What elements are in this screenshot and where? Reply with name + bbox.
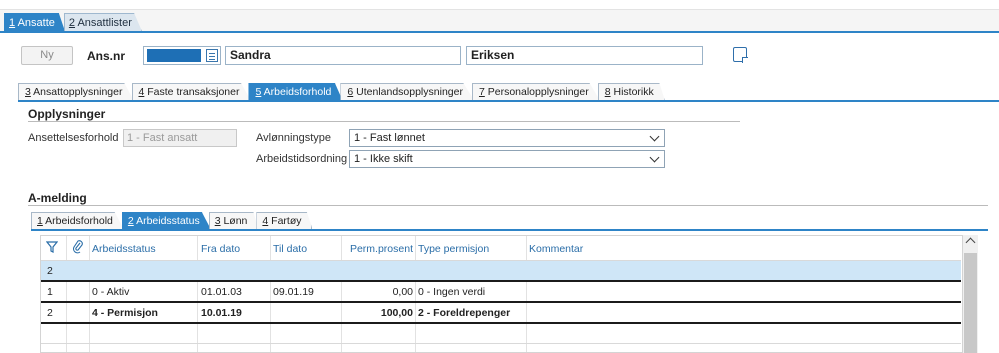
tab-a-arbeidsstatus[interactable]: 2 Arbeidsstatus (121, 212, 211, 229)
arbeidstidsordning-label: Arbeidstidsordning (256, 153, 348, 165)
section-title-opplysninger: Opplysninger (28, 107, 106, 121)
tab-a-fartoy[interactable]: 4 Fartøy (256, 212, 313, 229)
tab-label: Ansattlister (75, 17, 132, 29)
cell-til-dato[interactable]: 09.01.19 (273, 286, 314, 298)
employee-tab-bar: 3 Ansattopplysninger 4 Faste transaksjon… (18, 83, 665, 100)
first-name-field[interactable]: Sandra (225, 46, 461, 65)
a-melding-tab-underline (31, 229, 988, 231)
cell-perm-prosent[interactable]: 0,00 (343, 286, 413, 298)
grid-scrollbar[interactable] (962, 235, 978, 353)
tab-label: Personalopplysninger (484, 86, 589, 98)
ansnr-label: Ans.nr (87, 49, 126, 63)
chevron-down-icon (649, 131, 660, 142)
tab-label: Arbeidsforhold (42, 215, 113, 227)
grid-header: Arbeidsstatus Fra dato Til dato Perm.pro… (41, 236, 961, 260)
tab-label: Arbeidsstatus (133, 215, 200, 227)
window-top-bar (0, 0, 999, 10)
filter-icon[interactable] (46, 241, 58, 253)
chevron-down-icon (649, 152, 660, 163)
row-divider (41, 322, 961, 324)
cell-arbeidsstatus[interactable]: 0 - Aktiv (92, 286, 129, 298)
column-header-perm-prosent[interactable]: Perm.prosent (343, 243, 413, 255)
cell-fra-dato[interactable]: 10.01.19 (201, 307, 242, 319)
section-title-a-melding: A-melding (28, 191, 87, 205)
avlonningstype-select[interactable]: 1 - Fast lønnet (349, 129, 665, 147)
arbeidsstatus-grid: Arbeidsstatus Fra dato Til dato Perm.pro… (40, 235, 978, 353)
tab-label: Fartøy (268, 215, 302, 227)
list-lookup-icon[interactable] (206, 49, 218, 62)
tab-ansattlister[interactable]: 2 Ansattlister (63, 13, 142, 31)
text-selection (147, 49, 201, 62)
tab-ansatte[interactable]: 1 Ansatte (4, 13, 65, 31)
tab-a-arbeidsforhold[interactable]: 1 Arbeidsforhold (31, 212, 124, 229)
cell-type-permisjon[interactable]: 2 - Foreldrepenger (418, 307, 510, 319)
tab-utenlandsopplysninger[interactable]: 6 Utenlandsopplysninger (340, 83, 474, 100)
arbeidstidsordning-select[interactable]: 1 - Ikke skift (349, 150, 665, 168)
column-header-fra-dato[interactable]: Fra dato (201, 243, 240, 255)
ansettelsesforhold-field: 1 - Fast ansatt (123, 129, 237, 147)
row-index: 2 (47, 265, 53, 277)
column-header-til-dato[interactable]: Til dato (273, 243, 307, 255)
tab-label: Historikk (610, 86, 654, 98)
tab-label: Faste transaksjoner (144, 86, 240, 98)
tab-label: Ansatte (15, 17, 55, 29)
tab-ansattopplysninger[interactable]: 3 Ansattopplysninger (18, 83, 134, 100)
attachment-icon[interactable] (72, 240, 84, 254)
last-name-field[interactable]: Eriksen (466, 46, 703, 65)
chevron-up-icon[interactable] (965, 237, 976, 248)
tab-arbeidsforhold[interactable]: 5 Arbeidsforhold (248, 83, 343, 100)
ansnr-input[interactable] (143, 46, 221, 65)
ansettelsesforhold-label: Ansettelsesforhold (28, 132, 119, 144)
tab-historikk[interactable]: 8 Historikk (597, 83, 665, 100)
new-button[interactable]: Ny (21, 46, 73, 65)
tab-personalopplysninger[interactable]: 7 Personalopplysninger (471, 83, 600, 100)
column-header-arbeidsstatus[interactable]: Arbeidsstatus (92, 243, 156, 255)
tab-label: Arbeidsforhold (261, 86, 332, 98)
top-tab-bar: 1 Ansatte 2 Ansattlister (4, 13, 142, 31)
a-melding-tab-bar: 1 Arbeidsforhold 2 Arbeidsstatus 3 Lønn … (31, 212, 313, 229)
tab-a-lonn[interactable]: 3 Lønn (208, 212, 259, 229)
cell-fra-dato[interactable]: 01.01.03 (201, 286, 242, 298)
cell-type-permisjon[interactable]: 0 - Ingen verdi (418, 286, 485, 298)
cell-arbeidsstatus[interactable]: 4 - Permisjon (92, 307, 158, 319)
avlonningstype-label: Avlønningstype (256, 132, 332, 144)
select-value: 1 - Fast lønnet (354, 132, 425, 144)
section-divider (28, 205, 988, 206)
note-icon[interactable] (733, 47, 748, 63)
tab-label: Utenlandsopplysninger (353, 86, 463, 98)
cell-perm-prosent[interactable]: 100,00 (343, 307, 413, 319)
row-index: 1 (47, 286, 53, 298)
column-header-type-permisjon[interactable]: Type permisjon (418, 243, 489, 255)
scrollbar-thumb[interactable] (964, 253, 977, 353)
tab-label: Lønn (220, 215, 248, 227)
tab-label: Ansattopplysninger (30, 86, 123, 98)
row-divider (41, 343, 961, 344)
section-divider (28, 121, 740, 122)
table-row-new[interactable]: 2 (41, 261, 961, 281)
employee-tab-underline (18, 100, 999, 102)
column-header-kommentar[interactable]: Kommentar (529, 243, 583, 255)
row-index: 2 (47, 307, 53, 319)
table-row[interactable]: 2 4 - Permisjon 10.01.19 100,00 2 - Fore… (41, 303, 961, 323)
table-row[interactable]: 1 0 - Aktiv 01.01.03 09.01.19 0,00 0 - I… (41, 282, 961, 302)
select-value: 1 - Ikke skift (354, 153, 413, 165)
tab-faste-transaksjoner[interactable]: 4 Faste transaksjoner (131, 83, 251, 100)
